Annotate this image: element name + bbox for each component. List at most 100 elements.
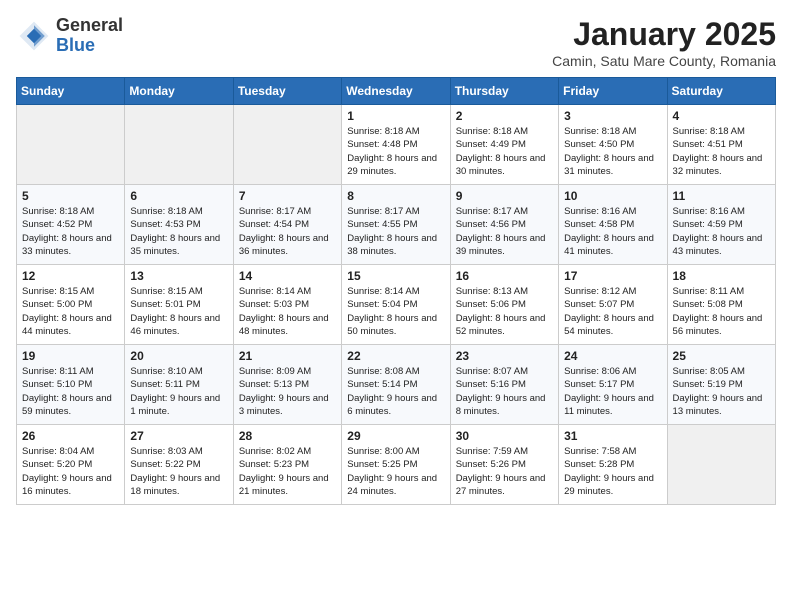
page-header: General Blue January 2025 Camin, Satu Ma… bbox=[16, 16, 776, 69]
calendar-cell: 2 Sunrise: 8:18 AMSunset: 4:49 PMDaylight… bbox=[450, 105, 558, 185]
day-info: Sunrise: 8:08 AMSunset: 5:14 PMDaylight:… bbox=[347, 365, 444, 418]
weekday-header-friday: Friday bbox=[559, 78, 667, 105]
day-number: 15 bbox=[347, 269, 444, 283]
logo-icon bbox=[16, 18, 52, 54]
day-info: Sunrise: 7:58 AMSunset: 5:28 PMDaylight:… bbox=[564, 445, 661, 498]
week-row-1: 1 Sunrise: 8:18 AMSunset: 4:48 PMDaylight… bbox=[17, 105, 776, 185]
week-row-4: 19 Sunrise: 8:11 AMSunset: 5:10 PMDayligh… bbox=[17, 345, 776, 425]
calendar-cell: 4 Sunrise: 8:18 AMSunset: 4:51 PMDaylight… bbox=[667, 105, 775, 185]
day-number: 13 bbox=[130, 269, 227, 283]
calendar-cell: 8 Sunrise: 8:17 AMSunset: 4:55 PMDaylight… bbox=[342, 185, 450, 265]
calendar-cell: 14 Sunrise: 8:14 AMSunset: 5:03 PMDayligh… bbox=[233, 265, 341, 345]
day-info: Sunrise: 8:18 AMSunset: 4:48 PMDaylight:… bbox=[347, 125, 444, 178]
day-info: Sunrise: 8:09 AMSunset: 5:13 PMDaylight:… bbox=[239, 365, 336, 418]
calendar-cell: 28 Sunrise: 8:02 AMSunset: 5:23 PMDayligh… bbox=[233, 425, 341, 505]
calendar-cell: 3 Sunrise: 8:18 AMSunset: 4:50 PMDaylight… bbox=[559, 105, 667, 185]
day-info: Sunrise: 8:06 AMSunset: 5:17 PMDaylight:… bbox=[564, 365, 661, 418]
calendar-cell: 30Sunrise: 7:59 AMSunset: 5:26 PMDayligh… bbox=[450, 425, 558, 505]
weekday-header-wednesday: Wednesday bbox=[342, 78, 450, 105]
weekday-header-thursday: Thursday bbox=[450, 78, 558, 105]
calendar-subtitle: Camin, Satu Mare County, Romania bbox=[552, 53, 776, 69]
logo: General Blue bbox=[16, 16, 123, 56]
day-number: 4 bbox=[673, 109, 770, 123]
calendar-cell: 26 Sunrise: 8:04 AMSunset: 5:20 PMDayligh… bbox=[17, 425, 125, 505]
calendar-cell: 7Sunrise: 8:17 AMSunset: 4:54 PMDaylight… bbox=[233, 185, 341, 265]
day-number: 19 bbox=[22, 349, 119, 363]
calendar-cell: 21 Sunrise: 8:09 AMSunset: 5:13 PMDayligh… bbox=[233, 345, 341, 425]
calendar-cell: 27Sunrise: 8:03 AMSunset: 5:22 PMDayligh… bbox=[125, 425, 233, 505]
day-info: Sunrise: 8:04 AMSunset: 5:20 PMDaylight:… bbox=[22, 445, 119, 498]
calendar-cell bbox=[667, 425, 775, 505]
day-info: Sunrise: 8:11 AMSunset: 5:10 PMDaylight:… bbox=[22, 365, 119, 418]
calendar-title: January 2025 bbox=[552, 16, 776, 53]
calendar-cell: 31 Sunrise: 7:58 AMSunset: 5:28 PMDayligh… bbox=[559, 425, 667, 505]
day-info: Sunrise: 8:00 AMSunset: 5:25 PMDaylight:… bbox=[347, 445, 444, 498]
calendar-cell: 22 Sunrise: 8:08 AMSunset: 5:14 PMDayligh… bbox=[342, 345, 450, 425]
calendar-cell bbox=[125, 105, 233, 185]
day-info: Sunrise: 8:14 AMSunset: 5:03 PMDaylight:… bbox=[239, 285, 336, 338]
day-number: 5 bbox=[22, 189, 119, 203]
day-number: 8 bbox=[347, 189, 444, 203]
day-info: Sunrise: 8:11 AMSunset: 5:08 PMDaylight:… bbox=[673, 285, 770, 338]
calendar-cell: 19 Sunrise: 8:11 AMSunset: 5:10 PMDayligh… bbox=[17, 345, 125, 425]
day-number: 2 bbox=[456, 109, 553, 123]
day-info: Sunrise: 8:05 AMSunset: 5:19 PMDaylight:… bbox=[673, 365, 770, 418]
day-info: Sunrise: 8:17 AMSunset: 4:55 PMDaylight:… bbox=[347, 205, 444, 258]
weekday-header-tuesday: Tuesday bbox=[233, 78, 341, 105]
calendar-cell: 13 Sunrise: 8:15 AMSunset: 5:01 PMDayligh… bbox=[125, 265, 233, 345]
weekday-header-sunday: Sunday bbox=[17, 78, 125, 105]
title-block: January 2025 Camin, Satu Mare County, Ro… bbox=[552, 16, 776, 69]
day-info: Sunrise: 8:18 AMSunset: 4:50 PMDaylight:… bbox=[564, 125, 661, 178]
day-info: Sunrise: 8:07 AMSunset: 5:16 PMDaylight:… bbox=[456, 365, 553, 418]
calendar-cell: 23Sunrise: 8:07 AMSunset: 5:16 PMDayligh… bbox=[450, 345, 558, 425]
day-number: 7 bbox=[239, 189, 336, 203]
day-number: 24 bbox=[564, 349, 661, 363]
day-info: Sunrise: 8:16 AMSunset: 4:59 PMDaylight:… bbox=[673, 205, 770, 258]
day-info: Sunrise: 8:13 AMSunset: 5:06 PMDaylight:… bbox=[456, 285, 553, 338]
day-number: 21 bbox=[239, 349, 336, 363]
day-number: 14 bbox=[239, 269, 336, 283]
day-info: Sunrise: 8:10 AMSunset: 5:11 PMDaylight:… bbox=[130, 365, 227, 418]
day-info: Sunrise: 8:15 AMSunset: 5:01 PMDaylight:… bbox=[130, 285, 227, 338]
day-number: 25 bbox=[673, 349, 770, 363]
day-info: Sunrise: 8:15 AMSunset: 5:00 PMDaylight:… bbox=[22, 285, 119, 338]
day-number: 3 bbox=[564, 109, 661, 123]
calendar-cell: 5 Sunrise: 8:18 AMSunset: 4:52 PMDaylight… bbox=[17, 185, 125, 265]
day-number: 26 bbox=[22, 429, 119, 443]
day-number: 22 bbox=[347, 349, 444, 363]
day-number: 10 bbox=[564, 189, 661, 203]
day-number: 6 bbox=[130, 189, 227, 203]
day-info: Sunrise: 8:18 AMSunset: 4:53 PMDaylight:… bbox=[130, 205, 227, 258]
week-row-2: 5 Sunrise: 8:18 AMSunset: 4:52 PMDaylight… bbox=[17, 185, 776, 265]
day-number: 27 bbox=[130, 429, 227, 443]
calendar-cell: 16Sunrise: 8:13 AMSunset: 5:06 PMDayligh… bbox=[450, 265, 558, 345]
day-info: Sunrise: 7:59 AMSunset: 5:26 PMDaylight:… bbox=[456, 445, 553, 498]
day-number: 9 bbox=[456, 189, 553, 203]
calendar-cell: 10 Sunrise: 8:16 AMSunset: 4:58 PMDayligh… bbox=[559, 185, 667, 265]
day-info: Sunrise: 8:17 AMSunset: 4:56 PMDaylight:… bbox=[456, 205, 553, 258]
day-info: Sunrise: 8:16 AMSunset: 4:58 PMDaylight:… bbox=[564, 205, 661, 258]
day-info: Sunrise: 8:02 AMSunset: 5:23 PMDaylight:… bbox=[239, 445, 336, 498]
weekday-header-saturday: Saturday bbox=[667, 78, 775, 105]
day-info: Sunrise: 8:12 AMSunset: 5:07 PMDaylight:… bbox=[564, 285, 661, 338]
day-info: Sunrise: 8:18 AMSunset: 4:52 PMDaylight:… bbox=[22, 205, 119, 258]
calendar-cell: 12Sunrise: 8:15 AMSunset: 5:00 PMDayligh… bbox=[17, 265, 125, 345]
calendar-cell: 24 Sunrise: 8:06 AMSunset: 5:17 PMDayligh… bbox=[559, 345, 667, 425]
day-number: 1 bbox=[347, 109, 444, 123]
day-info: Sunrise: 8:18 AMSunset: 4:49 PMDaylight:… bbox=[456, 125, 553, 178]
day-number: 28 bbox=[239, 429, 336, 443]
calendar-cell: 25 Sunrise: 8:05 AMSunset: 5:19 PMDayligh… bbox=[667, 345, 775, 425]
calendar-cell: 17 Sunrise: 8:12 AMSunset: 5:07 PMDayligh… bbox=[559, 265, 667, 345]
weekday-header-monday: Monday bbox=[125, 78, 233, 105]
day-number: 20 bbox=[130, 349, 227, 363]
weekday-header-row: SundayMondayTuesdayWednesdayThursdayFrid… bbox=[17, 78, 776, 105]
day-number: 17 bbox=[564, 269, 661, 283]
day-info: Sunrise: 8:18 AMSunset: 4:51 PMDaylight:… bbox=[673, 125, 770, 178]
week-row-3: 12Sunrise: 8:15 AMSunset: 5:00 PMDayligh… bbox=[17, 265, 776, 345]
day-number: 31 bbox=[564, 429, 661, 443]
calendar-cell bbox=[233, 105, 341, 185]
logo-general: General bbox=[56, 16, 123, 36]
calendar-cell: 20 Sunrise: 8:10 AMSunset: 5:11 PMDayligh… bbox=[125, 345, 233, 425]
day-number: 18 bbox=[673, 269, 770, 283]
calendar-cell: 9 Sunrise: 8:17 AMSunset: 4:56 PMDaylight… bbox=[450, 185, 558, 265]
